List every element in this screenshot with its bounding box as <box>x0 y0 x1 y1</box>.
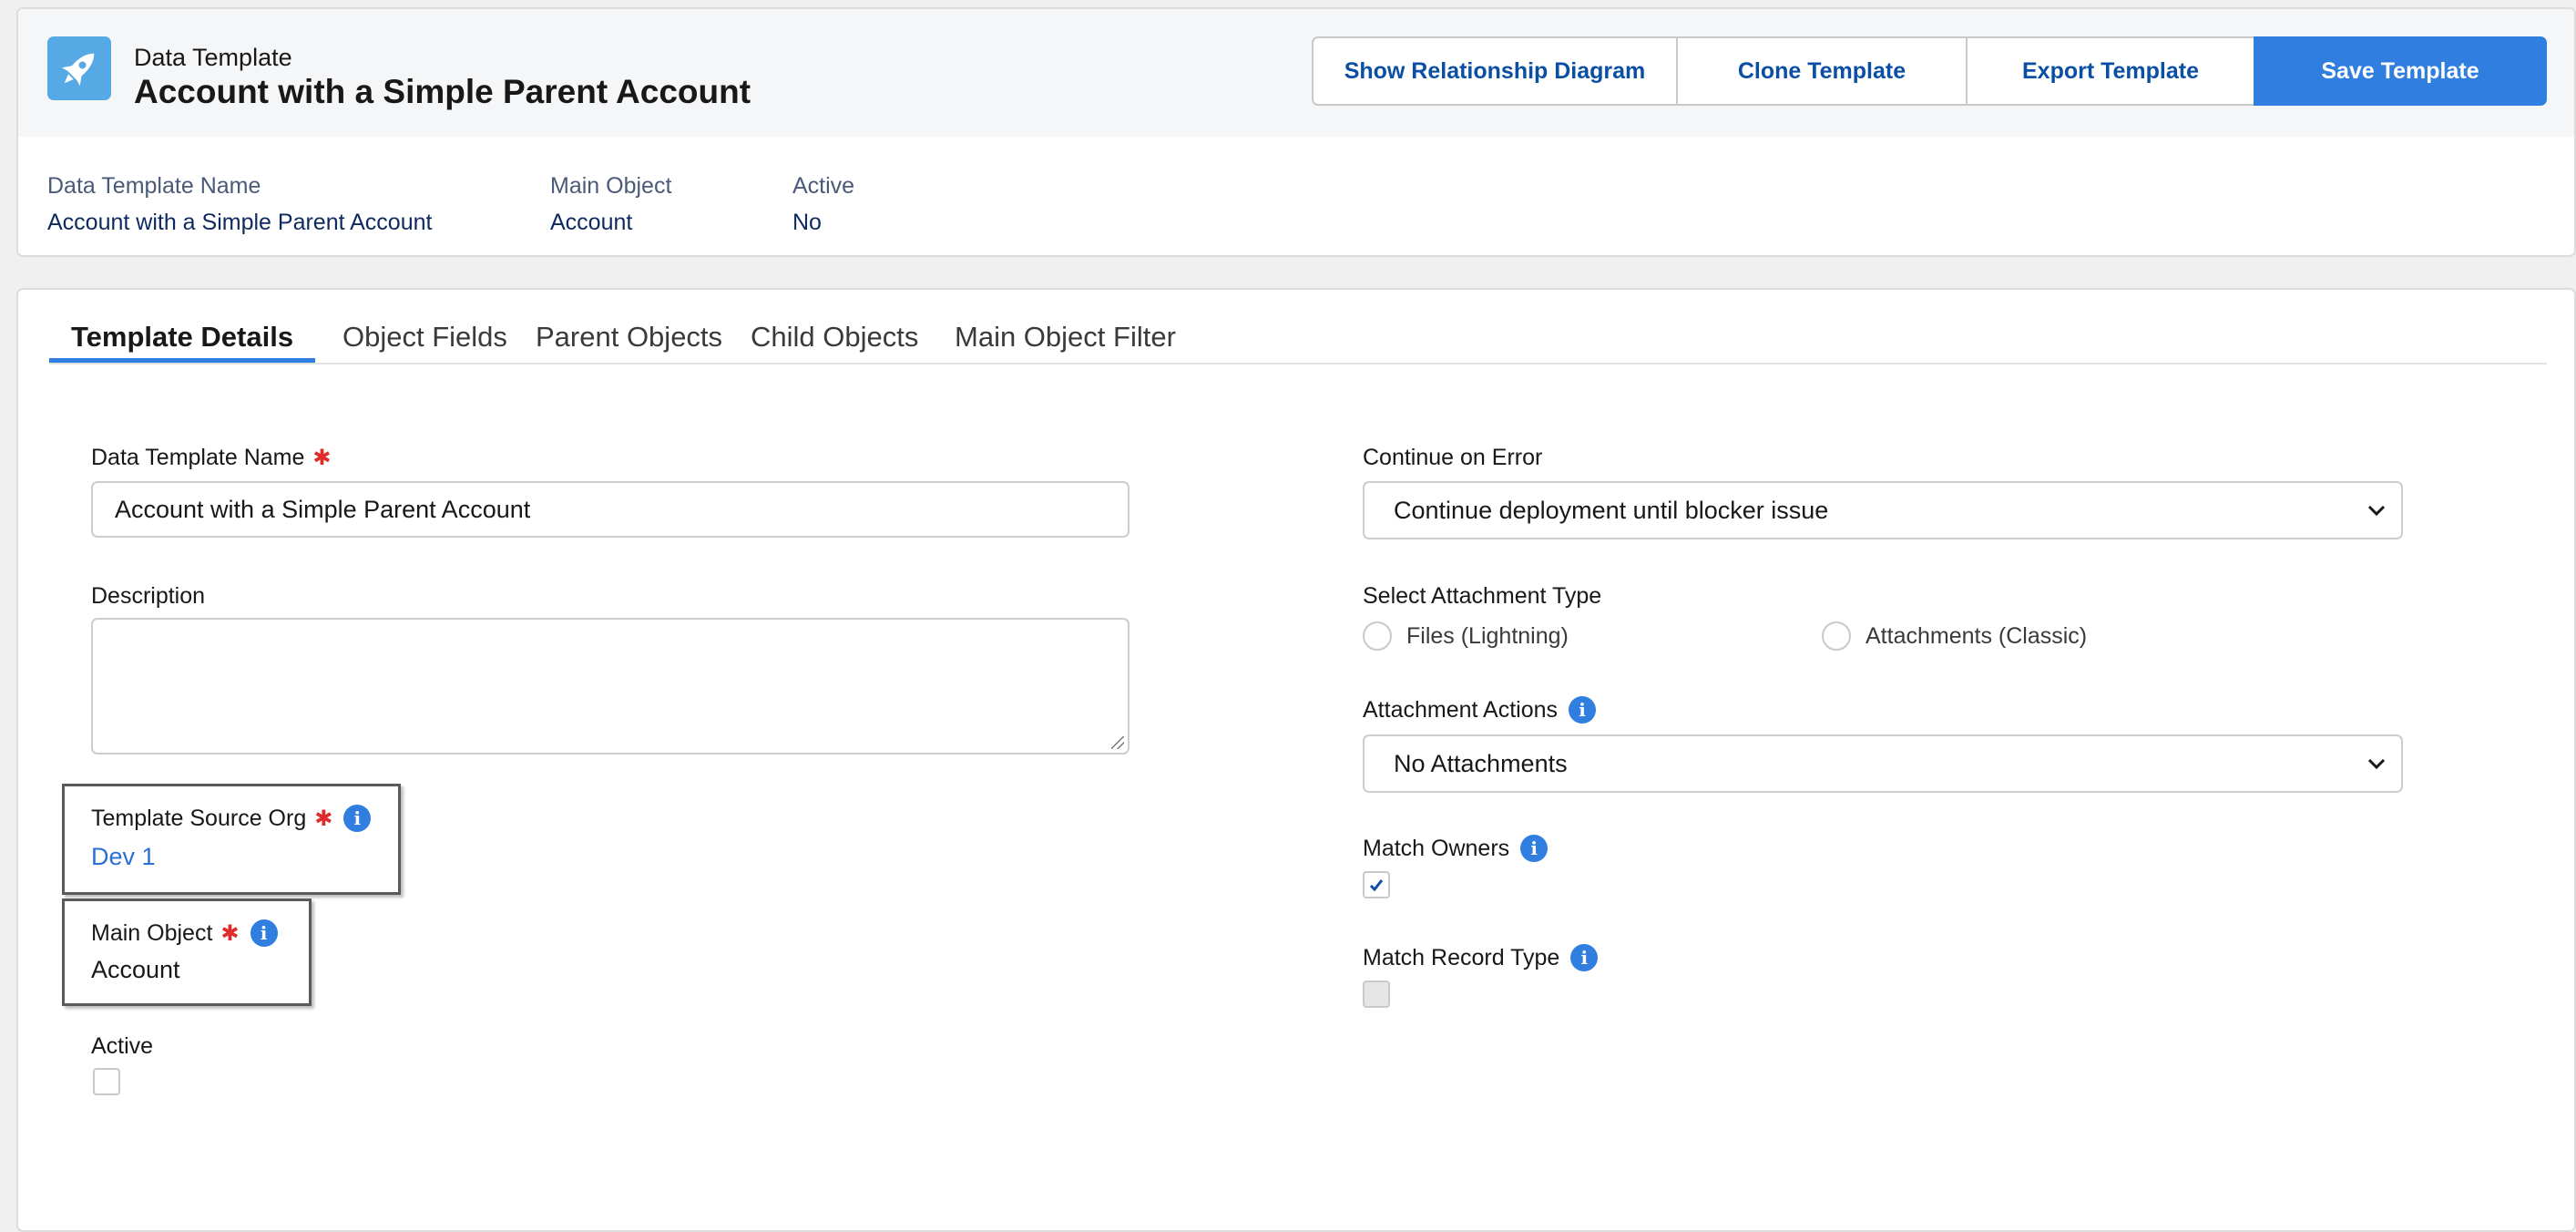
match-record-type-checkbox <box>1363 980 1390 1008</box>
checkmark-icon <box>1369 879 1384 892</box>
template-name-label-text: Data Template Name <box>91 445 305 470</box>
header-field-value-main-object: Account <box>550 210 633 235</box>
tab-parent-objects[interactable]: Parent Objects <box>514 312 744 363</box>
attachment-actions-value: No Attachments <box>1394 749 1568 777</box>
description-textarea[interactable] <box>91 618 1130 755</box>
template-details-card: Template Details Object Fields Parent Ob… <box>16 288 2576 1232</box>
tab-bar: Template Details Object Fields Parent Ob… <box>49 290 2547 364</box>
chevron-down-icon <box>2367 505 2386 517</box>
header-button-group: Show Relationship Diagram Clone Template… <box>1312 36 2547 106</box>
tab-main-object-filter[interactable]: Main Object Filter <box>933 312 1198 363</box>
page-title: Account with a Simple Parent Account <box>134 73 751 110</box>
attachment-type-label: Select Attachment Type <box>1363 583 1602 609</box>
clone-template-button[interactable]: Clone Template <box>1676 36 1968 106</box>
source-org-label: Template Source Org ✱ i <box>91 805 372 832</box>
tab-object-fields[interactable]: Object Fields <box>321 312 529 363</box>
header-field-label-active: Active <box>792 173 855 199</box>
continue-on-error-value: Continue deployment until blocker issue <box>1394 496 1829 524</box>
required-asterisk-icon: ✱ <box>314 806 333 831</box>
match-record-type-label-text: Match Record Type <box>1363 944 1560 970</box>
record-header: Data Template Account with a Simple Pare… <box>16 7 2576 257</box>
required-asterisk-icon: ✱ <box>312 446 332 470</box>
attachments-classic-label[interactable]: Attachments (Classic) <box>1866 623 2087 650</box>
continue-on-error-label: Continue on Error <box>1363 445 1543 470</box>
tab-template-details[interactable]: Template Details <box>49 312 316 363</box>
header-field-label-main-object: Main Object <box>550 173 672 199</box>
info-icon[interactable]: i <box>1569 696 1597 724</box>
description-label: Description <box>91 583 206 609</box>
continue-on-error-select[interactable]: Continue deployment until blocker issue <box>1363 481 2403 539</box>
chevron-down-icon <box>2367 758 2386 770</box>
tab-child-objects[interactable]: Child Objects <box>729 312 940 363</box>
attachment-actions-label-text: Attachment Actions <box>1363 696 1559 723</box>
match-owners-label: Match Owners i <box>1363 835 1549 862</box>
required-asterisk-icon: ✱ <box>220 920 240 946</box>
match-record-type-label: Match Record Type i <box>1363 944 1599 971</box>
template-name-input[interactable]: Account with a Simple Parent Account <box>91 481 1130 538</box>
resize-handle-icon[interactable] <box>1111 736 1124 749</box>
rocket-icon <box>47 36 111 100</box>
template-source-org-field: Template Source Org ✱ i Dev 1 <box>62 784 401 895</box>
export-template-button[interactable]: Export Template <box>1966 36 2255 106</box>
main-object-label-text: Main Object <box>91 919 213 946</box>
files-lightning-radio[interactable] <box>1363 621 1392 651</box>
header-field-value-active: No <box>792 210 822 235</box>
info-icon[interactable]: i <box>250 919 278 947</box>
show-relationship-diagram-button[interactable]: Show Relationship Diagram <box>1312 36 1678 106</box>
source-org-link[interactable]: Dev 1 <box>91 843 156 871</box>
attachment-actions-select[interactable]: No Attachments <box>1363 734 2403 793</box>
match-owners-label-text: Match Owners <box>1363 835 1510 861</box>
info-icon[interactable]: i <box>1520 835 1549 862</box>
attachment-actions-label: Attachment Actions i <box>1363 696 1597 724</box>
main-object-label: Main Object ✱ i <box>91 919 278 947</box>
save-template-button[interactable]: Save Template <box>2254 36 2547 106</box>
active-label: Active <box>91 1033 154 1059</box>
header-field-label-name: Data Template Name <box>47 173 261 199</box>
header-field-value-name: Account with a Simple Parent Account <box>47 210 433 235</box>
match-owners-checkbox[interactable] <box>1363 871 1390 898</box>
attachments-classic-radio[interactable] <box>1822 621 1851 651</box>
info-icon[interactable]: i <box>1570 944 1599 971</box>
files-lightning-label[interactable]: Files (Lightning) <box>1406 623 1569 650</box>
main-object-value: Account <box>91 956 180 983</box>
active-checkbox[interactable] <box>93 1068 120 1095</box>
template-name-value: Account with a Simple Parent Account <box>115 495 531 523</box>
main-object-field: Main Object ✱ i Account <box>62 898 312 1006</box>
info-icon[interactable]: i <box>343 805 372 832</box>
header-top-band: Data Template Account with a Simple Pare… <box>18 9 2574 137</box>
template-name-label: Data Template Name ✱ <box>91 445 331 471</box>
header-subtitle: Data Template <box>134 44 292 71</box>
source-org-label-text: Template Source Org <box>91 805 307 831</box>
